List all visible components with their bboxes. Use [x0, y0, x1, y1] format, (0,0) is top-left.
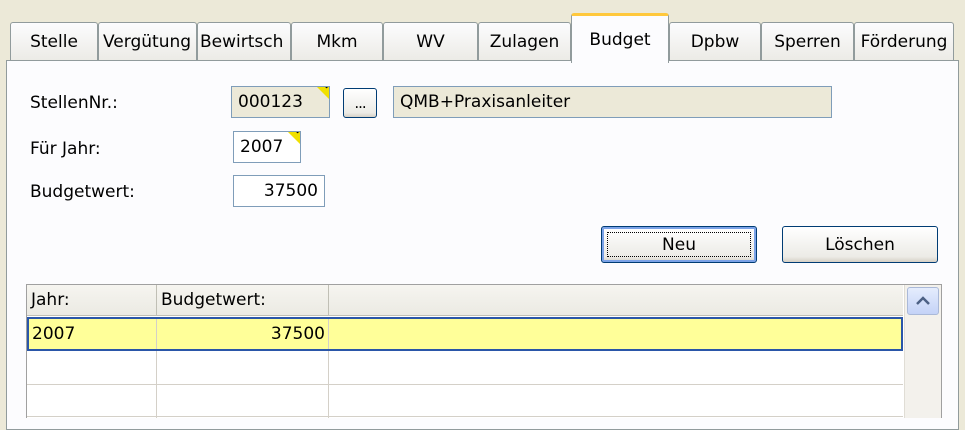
cell-empty [157, 351, 329, 384]
jahr-label: Für Jahr: [30, 139, 101, 159]
grid-header: Jahr: Budgetwert: [27, 285, 903, 316]
required-marker-icon [317, 87, 329, 99]
vertical-scrollbar[interactable] [904, 285, 941, 418]
tab-foerderung[interactable]: Förderung [854, 22, 954, 60]
budget-grid: Jahr: Budgetwert: 2007 37500 [26, 284, 942, 418]
budgetwert-field[interactable]: 37500 [233, 175, 325, 207]
tab-mkm[interactable]: Mkm [291, 22, 383, 60]
column-header-budgetwert[interactable]: Budgetwert: [157, 285, 329, 315]
focus-rect [607, 232, 751, 257]
tab-zulagen[interactable]: Zulagen [478, 22, 571, 60]
lookup-button-label: ... [354, 94, 366, 112]
stellen-name-value: QMB+Praxisanleiter [400, 92, 571, 112]
neu-button[interactable]: Neu [601, 226, 757, 263]
loeschen-button[interactable]: Löschen [782, 226, 938, 263]
required-marker-icon [288, 132, 300, 144]
stellennr-field[interactable]: 000123 [231, 86, 330, 118]
cell-empty [157, 385, 329, 418]
loeschen-button-label: Löschen [825, 234, 895, 255]
chevron-up-icon[interactable] [907, 287, 939, 315]
budgetwert-value: 37500 [263, 181, 318, 201]
tab-wv[interactable]: WV [383, 22, 478, 60]
tab-strip: Stelle Vergütung Bewirtsch Mkm WV Zulage… [0, 0, 965, 63]
tab-stelle[interactable]: Stelle [10, 22, 98, 60]
cell-empty [27, 351, 157, 384]
stellennr-value: 000123 [238, 92, 303, 112]
cell-budgetwert: 37500 [157, 319, 329, 349]
tab-verguetung[interactable]: Vergütung [98, 22, 197, 60]
budget-label: Budgetwert: [30, 182, 135, 202]
stellennr-lookup-button[interactable]: ... [343, 88, 377, 118]
tab-dpbw[interactable]: Dpbw [669, 22, 761, 60]
cell-jahr: 2007 [29, 319, 157, 349]
jahr-value: 2007 [240, 137, 284, 157]
stellen-name-field: QMB+Praxisanleiter [393, 86, 832, 118]
jahr-field[interactable]: 2007 [233, 131, 301, 163]
tab-budget[interactable]: Budget [571, 13, 669, 63]
table-row-empty[interactable] [27, 385, 903, 418]
tab-bewirtsch[interactable]: Bewirtsch [197, 22, 291, 60]
table-row-empty[interactable] [27, 351, 903, 384]
stellennr-label: StellenNr.: [30, 93, 118, 113]
cell-empty [27, 385, 157, 418]
table-row[interactable]: 2007 37500 [27, 317, 903, 351]
column-header-jahr[interactable]: Jahr: [27, 285, 157, 315]
tab-sperren[interactable]: Sperren [761, 22, 854, 60]
